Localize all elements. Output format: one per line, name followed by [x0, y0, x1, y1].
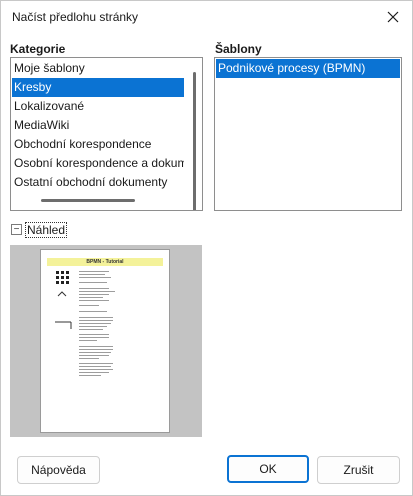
text-line	[79, 282, 107, 283]
text-line	[79, 334, 109, 335]
category-item[interactable]: MediaWiki	[12, 116, 184, 135]
load-template-dialog: Načíst předlohu stránky Kategorie Moje š…	[0, 0, 413, 496]
line-figure-icon	[55, 321, 72, 329]
category-item-selected[interactable]: Kresby	[12, 78, 184, 97]
text-line	[79, 323, 111, 324]
text-line	[79, 366, 111, 367]
category-item-label: Osobní korespondence a dokumenty	[14, 156, 184, 170]
preview-collapse-toggle[interactable]: −	[11, 224, 22, 235]
text-line	[79, 326, 107, 327]
text-line	[79, 355, 109, 356]
text-line	[79, 346, 113, 347]
page-title-highlight: BPMN - Tutorial	[47, 258, 163, 266]
category-item-label: Lokalizované	[14, 99, 85, 113]
text-line	[79, 375, 101, 376]
minus-box-icon: −	[13, 224, 20, 235]
category-item[interactable]: Osobní korespondence a dokumenty	[12, 154, 184, 173]
text-line	[79, 294, 109, 295]
text-line	[79, 297, 103, 298]
text-line	[79, 329, 103, 330]
small-arrow-figure-icon	[57, 291, 67, 297]
text-line	[79, 305, 99, 306]
title-bar: Načíst předlohu stránky	[1, 1, 412, 34]
text-line	[79, 340, 97, 341]
templates-label: Šablony	[215, 42, 262, 56]
preview-pane: BPMN - Tutorial	[10, 245, 202, 437]
text-line	[79, 358, 99, 359]
template-item-selected[interactable]: Podnikové procesy (BPMN)	[216, 59, 400, 78]
category-item[interactable]: Moje šablony	[12, 59, 184, 78]
categories-label: Kategorie	[10, 42, 66, 56]
close-icon	[387, 11, 399, 23]
help-button[interactable]: Nápověda	[17, 456, 100, 484]
ok-button[interactable]: OK	[227, 455, 309, 483]
text-line	[79, 369, 113, 370]
vertical-scrollbar[interactable]	[193, 72, 196, 210]
preview-label[interactable]: Náhled	[25, 222, 68, 238]
category-item[interactable]: Ostatní obchodní dokumenty	[12, 173, 184, 192]
cancel-button[interactable]: Zrušit	[317, 456, 400, 484]
category-item-label: MediaWiki	[14, 118, 70, 132]
categories-list[interactable]: Moje šablony Kresby Lokalizované MediaWi…	[10, 57, 203, 211]
templates-list[interactable]: Podnikové procesy (BPMN)	[214, 57, 402, 211]
category-item-label: Obchodní korespondence	[14, 137, 152, 151]
text-line	[79, 320, 113, 321]
text-line	[79, 349, 113, 350]
text-line	[79, 300, 109, 301]
category-item-label: Ostatní obchodní dokumenty	[14, 175, 168, 189]
category-item-label: Moje šablony	[14, 61, 85, 75]
text-line	[79, 337, 109, 338]
category-item[interactable]: Lokalizované	[12, 97, 184, 116]
text-line	[79, 317, 113, 318]
text-line	[79, 311, 107, 312]
text-line	[79, 271, 109, 272]
category-item-label: Kresby	[14, 80, 52, 94]
grid-figure-icon	[55, 270, 71, 286]
text-line	[79, 372, 109, 373]
preview-page-thumbnail: BPMN - Tutorial	[40, 249, 170, 433]
close-button[interactable]	[384, 8, 402, 26]
dialog-title: Načíst předlohu stránky	[12, 10, 139, 24]
horizontal-scrollbar[interactable]	[41, 199, 135, 202]
text-line	[79, 363, 113, 364]
text-line	[79, 274, 105, 275]
text-line	[79, 291, 115, 292]
text-line	[79, 352, 111, 353]
template-item-label: Podnikové procesy (BPMN)	[218, 61, 366, 75]
category-item[interactable]: Obchodní korespondence	[12, 135, 184, 154]
page-title-text: BPMN - Tutorial	[86, 259, 124, 265]
text-line	[79, 277, 111, 278]
text-line	[79, 288, 109, 289]
